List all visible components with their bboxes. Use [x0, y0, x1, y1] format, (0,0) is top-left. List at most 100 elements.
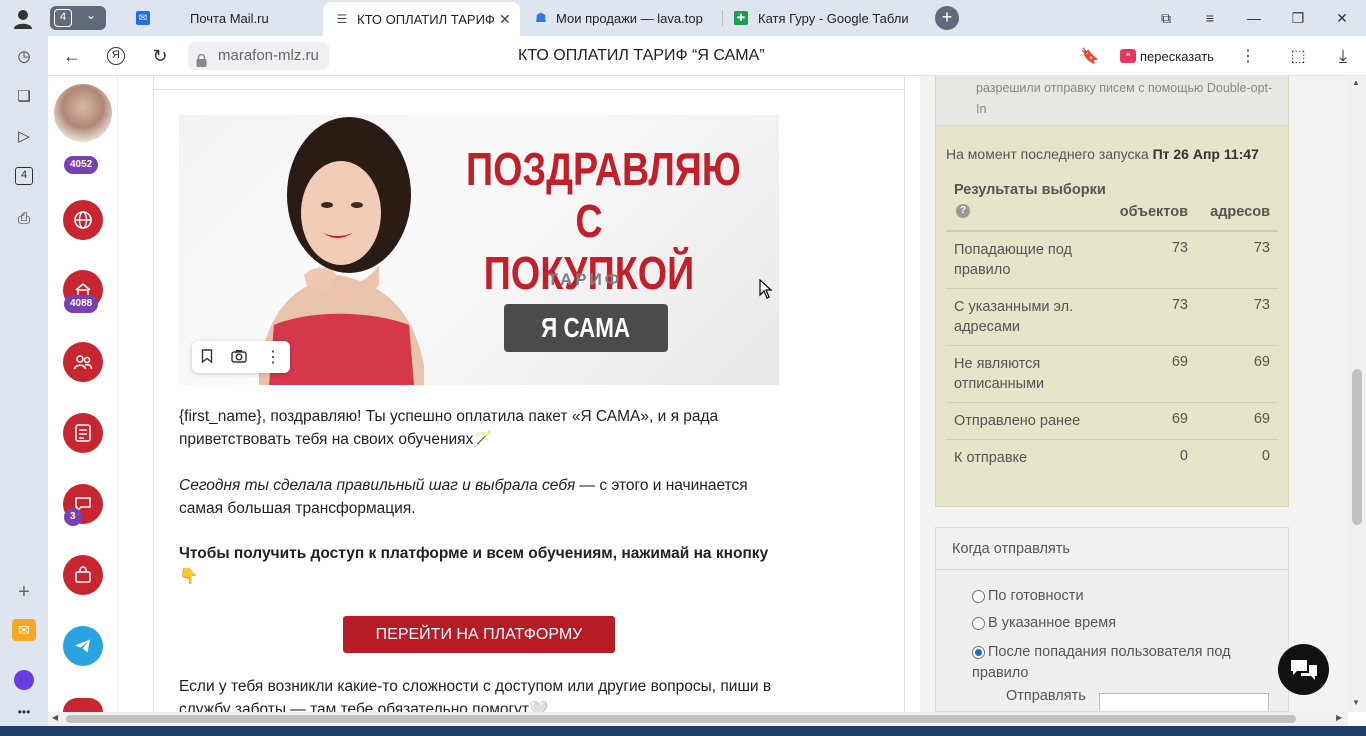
- nav-item-partial[interactable]: [63, 698, 103, 712]
- last-launch-line: На момент последнего запуска Пт 26 Апр 1…: [946, 146, 1259, 162]
- horizontal-scroll-thumb[interactable]: [66, 715, 1296, 723]
- retell-button[interactable]: ❝ пересказать: [1120, 45, 1214, 67]
- reload-icon[interactable]: ↻: [148, 44, 172, 68]
- radio-dot[interactable]: [972, 617, 985, 630]
- when-to-send-box: Когда отправлять По готовности В указанн…: [935, 527, 1289, 712]
- url-domain[interactable]: marafon-mlz.ru: [188, 42, 329, 70]
- last-launch-time: Пт 26 Апр 11:47: [1152, 146, 1259, 162]
- radio-label: По готовности: [988, 588, 1084, 604]
- minimize-icon[interactable]: —: [1241, 6, 1267, 30]
- vertical-scrollbar[interactable]: ▲ ▼: [1348, 76, 1366, 712]
- doc-icon: ☰: [336, 12, 348, 26]
- email-paragraph-1: {first_name}, поздравляю! Ты успешно опл…: [179, 408, 719, 448]
- add-icon[interactable]: +: [12, 580, 36, 604]
- close-window-icon[interactable]: ✕: [1329, 6, 1355, 30]
- scroll-up-icon[interactable]: ▲: [1352, 78, 1360, 87]
- row-label: Попадающие под правило: [954, 242, 1072, 278]
- menu-icon[interactable]: ≡: [1197, 6, 1223, 30]
- collections-icon[interactable]: ❏: [12, 84, 36, 108]
- tab-mail[interactable]: ✉ Почта Mail.ru: [124, 4, 320, 32]
- more-vertical-icon[interactable]: ⋮: [265, 347, 281, 367]
- row-addresses: 69: [1253, 411, 1270, 427]
- telegram-icon[interactable]: [63, 626, 103, 666]
- radio-after-rule[interactable]: После попадания пользователя под правило: [972, 642, 1272, 684]
- chevron-down-icon: ⌄: [86, 8, 97, 22]
- radio-dot-selected[interactable]: [972, 646, 985, 659]
- scroll-left-icon[interactable]: ◀: [52, 713, 58, 722]
- tab-label: Почта Mail.ru: [190, 10, 269, 26]
- send-delay-input[interactable]: [1099, 693, 1269, 711]
- browser-sidebar: ◷ ❏ ▷ 4 ⎙ + ✉ •••: [0, 36, 48, 736]
- col-addresses: адресов: [1210, 204, 1270, 220]
- lava-icon: ☗: [535, 10, 547, 25]
- tab-label: Мои продажи — lava.top: [556, 10, 703, 26]
- table-row: Отправлено ранее 69 69: [946, 403, 1278, 440]
- banner-plan-label: Я САМА: [504, 304, 668, 352]
- radio-label: В указанное время: [988, 615, 1117, 631]
- profile-icon[interactable]: [12, 8, 34, 30]
- table-row: Не являются отписанными 69 69: [946, 346, 1278, 403]
- audience-badge: 4088: [64, 295, 99, 313]
- bookmarks-icon[interactable]: ⧉: [1153, 6, 1179, 30]
- mail-icon: ✉: [136, 11, 150, 25]
- row-label: К отправке: [954, 450, 1028, 466]
- back-arrow-icon[interactable]: ←: [60, 44, 84, 68]
- row-addresses: 73: [1253, 240, 1270, 256]
- table-header: Результаты выборки ? объектов адресов: [946, 182, 1278, 232]
- email-paragraph-4: Если у тебя возникли какие-то сложности …: [179, 678, 772, 712]
- restore-icon[interactable]: ❐: [1285, 6, 1311, 30]
- avatar[interactable]: [54, 84, 112, 142]
- row-objects: 73: [1171, 297, 1188, 313]
- platform-cta-button[interactable]: ПЕРЕЙТИ НА ПЛАТФОРМУ: [343, 616, 615, 653]
- email-paragraph-2-italic: Сегодня ты сделала правильный шаг и выбр…: [179, 477, 576, 494]
- globe-icon[interactable]: [63, 200, 103, 240]
- results-header: Результаты выборки: [954, 182, 1106, 198]
- download-icon[interactable]: ⤓: [1331, 44, 1355, 68]
- address-bar: ← Я ↻ marafon-mlz.ru КТО ОПЛАТИЛ ТАРИФ “…: [48, 36, 1366, 76]
- tab-active[interactable]: ☰ КТО ОПЛАТИЛ ТАРИФ ✕: [323, 2, 520, 36]
- history-icon[interactable]: ◷: [12, 44, 36, 68]
- yandex-mail-icon[interactable]: ✉: [12, 618, 36, 642]
- tab-counter-button[interactable]: 4 ⌄: [50, 6, 106, 30]
- table-row: С указанными эл. адресами 73 73: [946, 289, 1278, 346]
- camera-search-icon[interactable]: [231, 349, 247, 366]
- tab-sheets[interactable]: ✚ Катя Гуру - Google Табли: [726, 4, 922, 32]
- video-icon[interactable]: ▷: [12, 124, 36, 148]
- browser-tab-bar: 4 ⌄ ✉ Почта Mail.ru ☰ КТО ОПЛАТИЛ ТАРИФ …: [0, 0, 1366, 36]
- more-dots-icon[interactable]: •••: [12, 700, 36, 724]
- tab-label: КТО ОПЛАТИЛ ТАРИФ: [357, 11, 495, 27]
- selection-results-table: Результаты выборки ? объектов адресов По…: [946, 182, 1278, 477]
- vertical-scroll-thumb[interactable]: [1352, 369, 1362, 525]
- scroll-right-icon[interactable]: ▶: [1336, 713, 1342, 722]
- help-icon[interactable]: ?: [956, 204, 970, 218]
- screenshot-icon[interactable]: ⎙: [12, 206, 36, 230]
- row-label: Отправлено ранее: [954, 413, 1081, 429]
- email-paragraph-3: Чтобы получить доступ к платформе и всем…: [179, 545, 769, 585]
- yandex-icon[interactable]: Я: [104, 44, 128, 68]
- radio-specified-time[interactable]: В указанное время: [972, 615, 1116, 631]
- row-objects: 69: [1171, 411, 1188, 427]
- os-taskbar: [0, 726, 1366, 736]
- lock-icon: [196, 49, 207, 67]
- users-icon[interactable]: [63, 342, 103, 382]
- alice-icon[interactable]: [12, 668, 36, 692]
- sheets-icon: ✚: [734, 11, 748, 25]
- radio-when-ready[interactable]: По готовности: [972, 588, 1084, 604]
- tab-label: Катя Гуру - Google Табли: [758, 10, 909, 26]
- bookmark-icon[interactable]: [201, 348, 213, 366]
- site-nav: 4052 4088 3: [48, 76, 118, 712]
- extensions-icon[interactable]: ⬚: [1286, 44, 1310, 68]
- horizontal-scrollbar[interactable]: ◀ ▶: [48, 712, 1348, 726]
- new-tab-button[interactable]: +: [935, 6, 959, 30]
- support-chat-button[interactable]: [1278, 644, 1329, 695]
- radio-dot[interactable]: [972, 590, 985, 603]
- bookmark-icon[interactable]: 🔖: [1078, 44, 1102, 68]
- close-icon[interactable]: ✕: [499, 11, 511, 28]
- shop-bag-icon[interactable]: [63, 555, 103, 595]
- scroll-down-icon[interactable]: ▼: [1352, 698, 1360, 707]
- tab-lava[interactable]: ☗ Мои продажи — lava.top: [524, 4, 720, 32]
- profile-badge: 4052: [64, 156, 99, 174]
- counter-icon[interactable]: 4: [12, 164, 36, 188]
- more-vertical-icon[interactable]: ⋮: [1236, 44, 1260, 68]
- tasks-icon[interactable]: [63, 413, 103, 453]
